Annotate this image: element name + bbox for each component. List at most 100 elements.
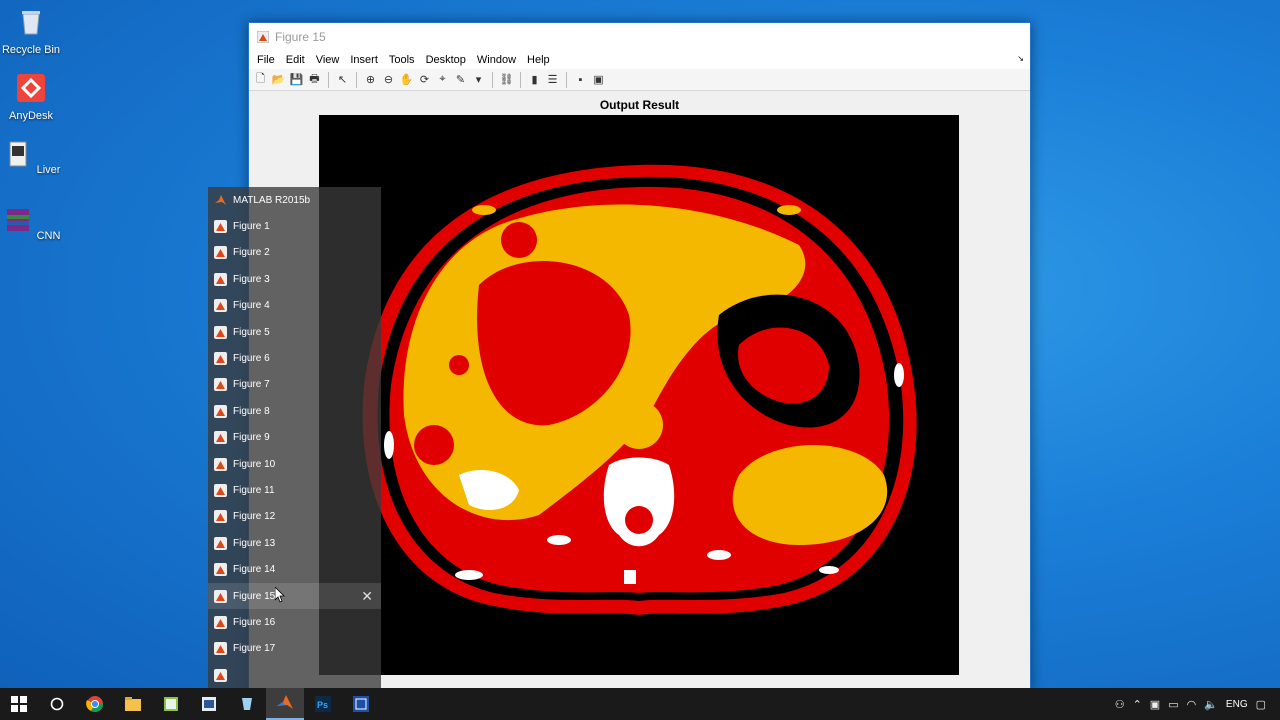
desktop-icon-liver[interactable]: Liver — [0, 138, 62, 176]
menu-tools[interactable]: Tools — [385, 54, 422, 66]
app-icon — [242, 698, 252, 710]
menu-insert[interactable]: Insert — [346, 54, 385, 66]
chevron-up-icon[interactable]: ⌃ — [1133, 698, 1142, 711]
jumplist-item-label: Figure 3 — [233, 273, 270, 285]
data-cursor-icon[interactable]: ⌖ — [435, 72, 450, 87]
menu-desktop[interactable]: Desktop — [422, 54, 473, 66]
link-plot-icon[interactable]: ⛓ — [499, 72, 514, 87]
matlab-icon — [215, 194, 226, 205]
jumplist-item-figure-8[interactable]: Figure 8 — [208, 398, 381, 424]
jumplist-item-figure-9[interactable]: Figure 9 — [208, 425, 381, 451]
wifi-icon[interactable]: ◠ — [1187, 698, 1197, 711]
jumplist-item-figure-16[interactable]: Figure 16 — [208, 609, 381, 635]
system-tray: ⚇ ⌃ ▣ ▭ ◠ 🔈 ENG ▢ — [1115, 688, 1280, 720]
segmentation-image — [319, 115, 959, 675]
menu-window[interactable]: Window — [473, 54, 523, 66]
jumplist-item-figure-12[interactable]: Figure 12 — [208, 504, 381, 530]
show-plot-tools-icon[interactable]: ▣ — [591, 72, 606, 87]
colorbar-icon[interactable]: ▮ — [527, 72, 542, 87]
menu-edit[interactable]: Edit — [282, 54, 312, 66]
cortana-button[interactable] — [38, 688, 76, 720]
rotate-3d-icon[interactable]: ⟳ — [417, 72, 432, 87]
start-button[interactable] — [0, 688, 38, 720]
jumplist-item-figure-4[interactable]: Figure 4 — [208, 293, 381, 319]
jumplist-item-figure-1[interactable]: Figure 1 — [208, 213, 381, 239]
jumplist-item-label: Figure 2 — [233, 247, 270, 259]
taskbar-app-chrome[interactable] — [76, 688, 114, 720]
jumplist-item-figure-5[interactable]: Figure 5 — [208, 319, 381, 345]
ct-segmentation-render — [362, 164, 917, 615]
jumplist-item-figure-17[interactable]: Figure 17 — [208, 636, 381, 662]
jumplist-item-figure-14[interactable]: Figure 14 — [208, 556, 381, 582]
desktop-icon-cnn[interactable]: CNN — [0, 204, 62, 242]
menu-help[interactable]: Help — [523, 54, 557, 66]
desktop-icon-recycle-bin[interactable]: Recycle Bin — [0, 6, 62, 56]
zoom-in-icon[interactable]: ⊕ — [363, 72, 378, 87]
open-file-icon[interactable]: 📂 — [271, 72, 286, 87]
mouse-cursor-icon — [275, 586, 285, 603]
volume-icon[interactable]: 🔈 — [1204, 698, 1218, 711]
taskbar-app-matlab[interactable] — [266, 688, 304, 720]
jumplist-item-label: Figure 6 — [233, 353, 270, 365]
jumplist-item-figure-6[interactable]: Figure 6 — [208, 345, 381, 371]
jumplist-item-figure-18[interactable] — [208, 662, 381, 688]
anydesk-icon — [17, 74, 45, 102]
jumplist-item-figure-2[interactable]: Figure 2 — [208, 240, 381, 266]
battery-icon[interactable]: ▭ — [1168, 698, 1178, 711]
jumplist-item-label: Figure 14 — [233, 564, 276, 576]
desktop-icon-anydesk[interactable]: AnyDesk — [0, 72, 62, 122]
taskbar-app-window[interactable] — [342, 688, 380, 720]
jumplist-header[interactable]: MATLAB R2015b — [208, 187, 381, 213]
legend-icon[interactable]: ☰ — [545, 72, 560, 87]
jumplist-item-figure-13[interactable]: Figure 13 — [208, 530, 381, 556]
file-explorer-icon — [125, 697, 141, 711]
brush-dropdown-icon[interactable]: ▾ — [471, 72, 486, 87]
matlab-figure-icon — [214, 510, 227, 524]
toolbar-separator — [520, 71, 521, 88]
hide-plot-tools-icon[interactable]: ▪ — [573, 72, 588, 87]
zoom-out-icon[interactable]: ⊖ — [381, 72, 396, 87]
matlab-figure-icon — [214, 457, 227, 471]
matlab-figure-icon — [214, 246, 227, 260]
chrome-icon — [86, 696, 104, 713]
jumplist-item-label: Figure 7 — [233, 379, 270, 391]
jumplist-item-figure-11[interactable]: Figure 11 — [208, 477, 381, 503]
windows-start-icon — [11, 696, 27, 712]
save-icon[interactable]: 💾 — [289, 72, 304, 87]
matlab-icon — [277, 695, 293, 709]
matlab-figure-icon — [214, 272, 227, 286]
taskbar-app-tool[interactable] — [228, 688, 266, 720]
notification-icon[interactable]: ▢ — [1256, 698, 1266, 711]
print-icon[interactable]: 🖶 — [307, 72, 322, 87]
people-icon[interactable]: ⚇ — [1115, 698, 1125, 711]
jumplist-item-figure-7[interactable]: Figure 7 — [208, 372, 381, 398]
jumplist-item-label: Figure 4 — [233, 300, 270, 312]
jumplist-item-figure-15[interactable]: Figure 15 ✕ — [208, 582, 381, 610]
title-bar[interactable]: Figure 15 — [249, 23, 1030, 51]
jumplist-item-figure-10[interactable]: Figure 10 — [208, 451, 381, 477]
taskbar-app-notepad[interactable] — [152, 688, 190, 720]
close-icon[interactable]: ✕ — [361, 588, 373, 605]
matlab-figure-icon — [214, 668, 227, 682]
menu-file[interactable]: File — [253, 54, 282, 66]
taskbar-app-word[interactable] — [190, 688, 228, 720]
taskbar-app-photoshop[interactable]: Ps — [304, 688, 342, 720]
pan-icon[interactable]: ✋ — [399, 72, 414, 87]
edit-plot-icon[interactable]: ↖ — [335, 72, 350, 87]
jumplist-item-label: Figure 1 — [233, 221, 270, 233]
desktop-icon-label: Liver — [36, 164, 61, 176]
menu-view[interactable]: View — [312, 54, 347, 66]
new-figure-icon[interactable]: 🗋 — [253, 72, 268, 87]
taskbar: Ps ⚇ ⌃ ▣ ▭ ◠ 🔈 ENG ▢ — [0, 688, 1280, 720]
taskbar-app-explorer[interactable] — [114, 688, 152, 720]
window-title: Figure 15 — [275, 30, 326, 44]
brush-icon[interactable]: ✎ — [453, 72, 468, 87]
svg-text:Ps: Ps — [317, 700, 328, 710]
jumplist-item-figure-3[interactable]: Figure 3 — [208, 266, 381, 292]
input-language[interactable]: ENG — [1226, 699, 1248, 710]
dock-arrow-icon[interactable]: ↘ — [1017, 54, 1024, 63]
tray-app-icon[interactable]: ▣ — [1150, 698, 1160, 711]
matlab-figure-icon — [214, 352, 227, 366]
menu-bar: File Edit View Insert Tools Desktop Wind… — [249, 51, 1030, 69]
jumplist-header-label: MATLAB R2015b — [233, 194, 311, 206]
